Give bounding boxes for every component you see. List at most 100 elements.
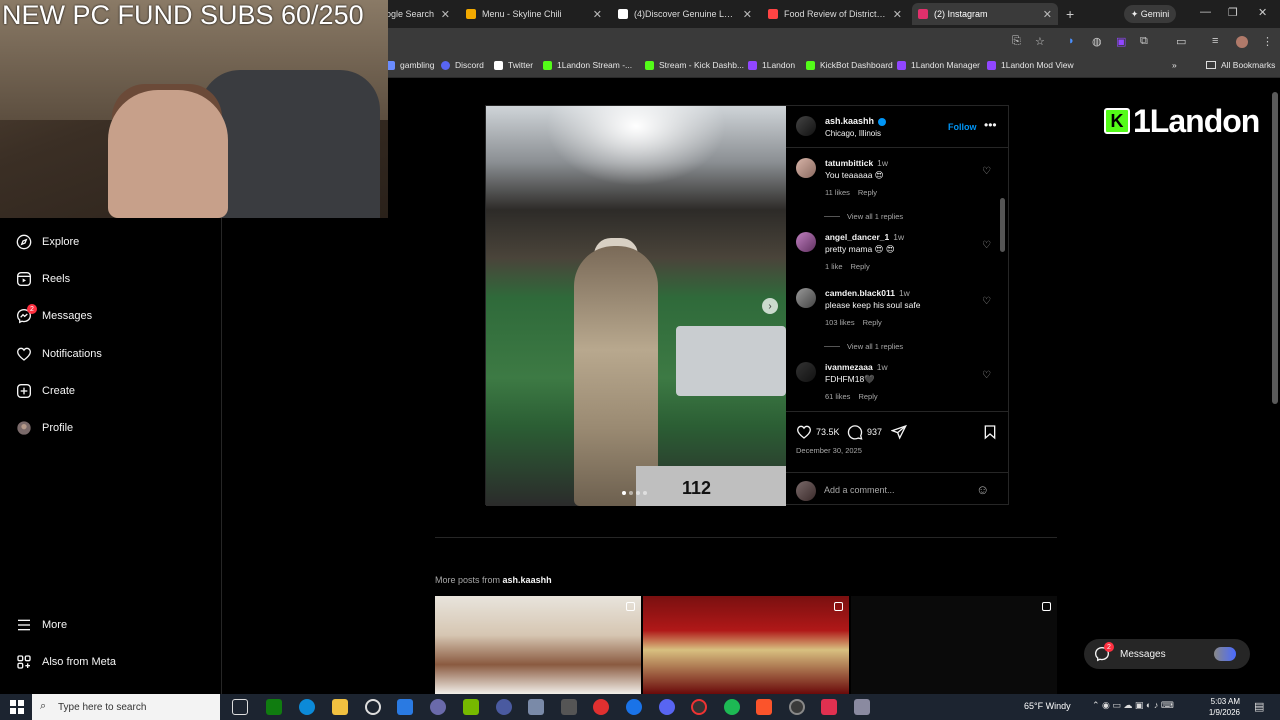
extension-icon[interactable]: ◍ [1092, 35, 1102, 48]
post-photo[interactable]: 112 › [486, 106, 786, 506]
discord-icon[interactable] [659, 699, 675, 715]
sidebar-item-messages[interactable]: 2 Messages [16, 304, 92, 324]
close-window-icon[interactable]: ✕ [1258, 6, 1267, 19]
sidebar-item-create[interactable]: Create [16, 383, 75, 399]
minimize-icon[interactable]: — [1200, 6, 1211, 18]
store-icon[interactable] [397, 699, 413, 715]
gear-icon[interactable] [561, 699, 577, 715]
reply-button[interactable]: Reply [851, 262, 870, 271]
bookmark-discord[interactable]: Discord [441, 60, 484, 70]
profile-avatar-icon[interactable] [1236, 36, 1248, 48]
app-icon[interactable] [854, 699, 870, 715]
close-tab-icon[interactable]: ✕ [893, 8, 902, 21]
share-button[interactable] [891, 424, 911, 440]
bookmark-kick-dashboard[interactable]: Stream - Kick Dashb... [645, 60, 744, 70]
commenter-avatar[interactable] [796, 232, 816, 252]
sidebar-icon[interactable]: ▭ [1176, 35, 1186, 48]
like-comment-heart-icon[interactable]: ♡ [982, 296, 991, 307]
sidebar-item-explore[interactable]: Explore [16, 234, 79, 250]
comment-likes[interactable]: 1 like [825, 262, 843, 271]
chrome-active-icon[interactable] [789, 699, 805, 715]
sidebar-item-profile[interactable]: Profile [16, 420, 73, 436]
all-bookmarks-folder[interactable]: All Bookmarks [1206, 60, 1275, 70]
bookmark-gambling[interactable]: gambling [386, 60, 435, 70]
follow-button[interactable]: Follow [948, 122, 977, 132]
notification-center-icon[interactable]: ▤ [1254, 700, 1264, 713]
page-scrollbar[interactable] [1272, 92, 1278, 404]
author-avatar[interactable] [796, 116, 816, 136]
reply-button[interactable]: Reply [863, 318, 882, 327]
sidebar-item-also-from-meta[interactable]: Also from Meta [16, 654, 116, 670]
comments-scrollbar[interactable] [1000, 198, 1005, 252]
view-replies-button[interactable]: View all 1 replies [824, 342, 903, 351]
spotify-icon[interactable] [724, 699, 740, 715]
bookmark-kickbot[interactable]: KickBot Dashboard [806, 60, 893, 70]
settings-gear-icon[interactable] [365, 699, 381, 715]
comment-likes[interactable]: 11 likes [825, 188, 850, 197]
commenter-avatar[interactable] [796, 288, 816, 308]
obs-icon[interactable] [691, 699, 707, 715]
post-location[interactable]: Chicago, Illinois [825, 129, 881, 138]
emoji-picker-icon[interactable]: ☺ [976, 482, 989, 497]
extension-icon[interactable]: ◗ [1068, 35, 1075, 47]
nvidia-icon[interactable] [463, 699, 479, 715]
view-replies-button[interactable]: View all 1 replies [824, 212, 903, 221]
menu-kebab-icon[interactable]: ⋮ [1262, 35, 1273, 48]
extensions-puzzle-icon[interactable]: ⧉ [1140, 35, 1148, 48]
calculator-icon[interactable] [528, 699, 544, 715]
sidebar-item-notifications[interactable]: Notifications [16, 346, 102, 362]
tab-skyline-chili[interactable]: Menu - Skyline Chili ✕ [460, 3, 608, 25]
comment-input[interactable] [824, 482, 974, 498]
windows-start-icon[interactable] [10, 700, 24, 714]
more-posts-thumbnail[interactable] [435, 596, 641, 694]
taskbar-search-box[interactable]: ⌕ Type here to search [32, 694, 220, 720]
close-tab-icon[interactable]: ✕ [743, 8, 752, 21]
commenter-username[interactable]: angel_dancer_1 1w [825, 232, 904, 242]
install-app-icon[interactable]: ⎘ [1012, 35, 1021, 48]
twitch-extension-icon[interactable]: ▣ [1116, 35, 1126, 48]
commenter-avatar[interactable] [796, 158, 816, 178]
more-posts-user[interactable]: ash.kaashh [503, 575, 552, 585]
like-comment-heart-icon[interactable]: ♡ [982, 240, 991, 251]
reply-button[interactable]: Reply [858, 188, 877, 197]
brave-icon[interactable] [756, 699, 772, 715]
comment-button[interactable]: 937 [847, 424, 882, 440]
bookmark-1landon-stream[interactable]: 1Landon Stream -... [543, 60, 632, 70]
sidebar-item-more[interactable]: More [16, 617, 67, 633]
commenter-username[interactable]: camden.black011 1w [825, 288, 910, 298]
more-posts-thumbnail[interactable] [851, 596, 1057, 694]
more-posts-thumbnail[interactable] [643, 596, 849, 694]
task-view-icon[interactable] [232, 699, 248, 715]
author-username[interactable]: ash.kaashh [825, 116, 887, 126]
system-tray-icons[interactable]: ⌃ ◉ ▭ ☁ ▣ ◐ ♪ ⌨ [1092, 700, 1174, 711]
like-comment-heart-icon[interactable]: ♡ [982, 370, 991, 381]
tab-food-review[interactable]: Food Review of District 6 Vie ✕ [762, 3, 908, 25]
app-icon[interactable] [430, 699, 446, 715]
app-icon[interactable] [821, 699, 837, 715]
tab-instagram[interactable]: (2) Instagram ✕ [912, 3, 1058, 25]
sidebar-item-reels[interactable]: Reels [16, 271, 70, 287]
close-tab-icon[interactable]: ✕ [1043, 8, 1052, 21]
restore-icon[interactable]: ❐ [1228, 6, 1238, 19]
commenter-avatar[interactable] [796, 362, 816, 382]
comment-likes[interactable]: 103 likes [825, 318, 855, 327]
reply-button[interactable]: Reply [858, 392, 877, 401]
more-bookmarks-chevron-icon[interactable]: » [1172, 60, 1177, 70]
like-comment-heart-icon[interactable]: ♡ [982, 166, 991, 177]
like-button[interactable]: 73.5K [796, 424, 840, 440]
app-icon[interactable] [593, 699, 609, 715]
media-player-icon[interactable] [496, 699, 512, 715]
bookmark-1landon-mod-view[interactable]: 1Landon Mod View [987, 60, 1074, 70]
chrome-icon[interactable] [626, 699, 642, 715]
next-image-chevron-icon[interactable]: › [762, 298, 778, 314]
commenter-username[interactable]: tatumbittick 1w [825, 158, 888, 168]
bookmark-star-icon[interactable]: ☆ [1035, 35, 1045, 48]
xbox-icon[interactable] [266, 699, 282, 715]
bookmark-1landon-manager[interactable]: 1Landon Manager [897, 60, 980, 70]
more-options-icon[interactable]: ••• [984, 118, 997, 132]
tab-google-search[interactable]: ogle Search ✕ [380, 3, 456, 25]
gemini-button[interactable]: ✦ Gemini [1124, 5, 1176, 23]
comment-likes[interactable]: 61 likes [825, 392, 850, 401]
edge-icon[interactable] [299, 699, 315, 715]
file-explorer-icon[interactable] [332, 699, 348, 715]
